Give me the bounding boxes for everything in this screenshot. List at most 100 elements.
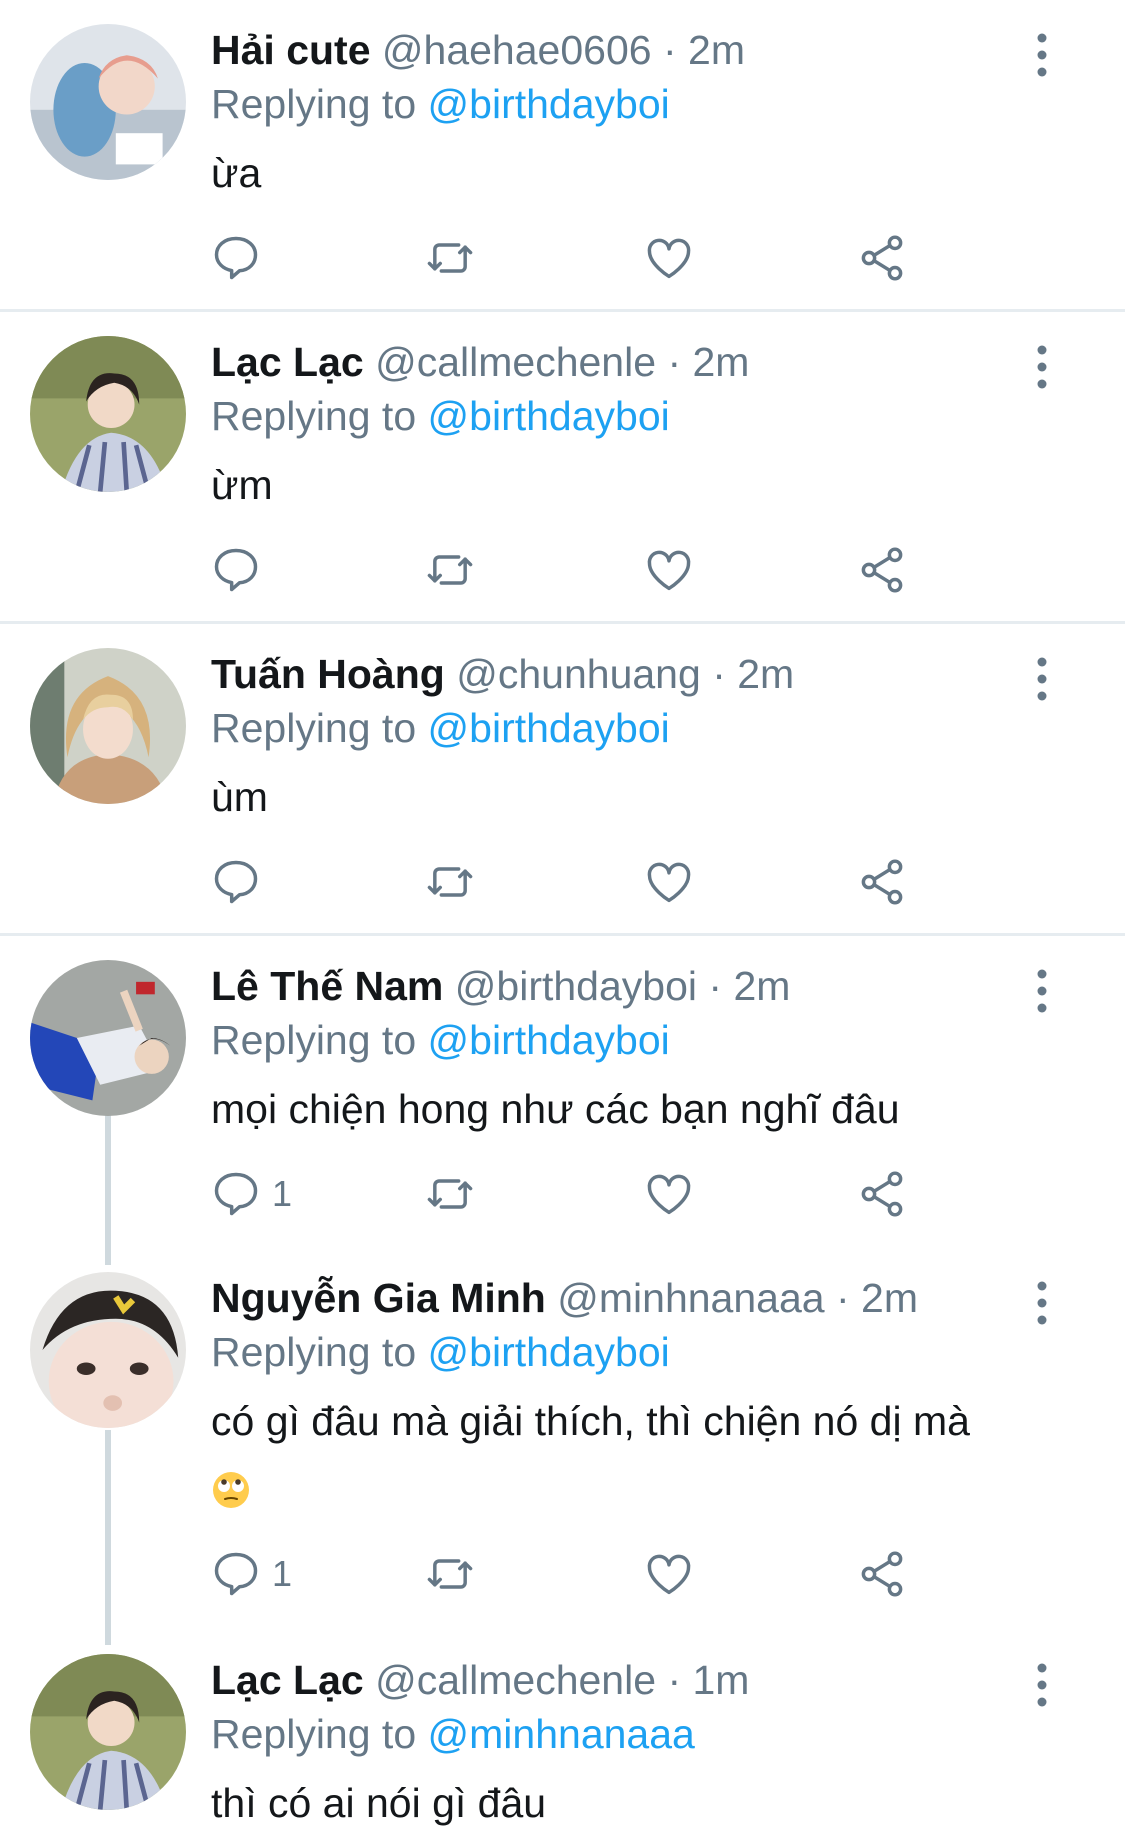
- reply-to-handle[interactable]: @birthdayboi: [428, 1329, 670, 1375]
- timestamp: · 1m: [667, 1657, 750, 1703]
- reply-to-handle[interactable]: @birthdayboi: [428, 705, 670, 751]
- reply-button[interactable]: [210, 852, 272, 912]
- display-name[interactable]: Lạc Lạc: [211, 1657, 364, 1703]
- reply-icon: [214, 236, 258, 280]
- replying-to: Replying to @birthdayboi: [211, 1012, 670, 1068]
- action-bar: 1: [0, 1164, 1125, 1224]
- tweet-text: thì có ai nói gì đâu: [211, 1780, 547, 1826]
- action-bar: [0, 540, 1125, 600]
- avatar[interactable]: [30, 960, 186, 1116]
- retweet-icon: [427, 555, 473, 585]
- reply-button[interactable]: 1: [210, 1544, 292, 1604]
- avatar[interactable]: [30, 1654, 186, 1810]
- like-button[interactable]: [643, 852, 695, 912]
- display-name[interactable]: Nguyễn Gia Minh: [211, 1275, 546, 1321]
- reply-button[interactable]: [210, 540, 272, 600]
- reply-button[interactable]: 1: [210, 1164, 292, 1224]
- more-vertical-icon[interactable]: [1022, 966, 1062, 1016]
- timestamp: · 2m: [708, 963, 791, 1009]
- tweet-header: Lạc Lạc @callmechenle · 1m: [211, 1652, 749, 1708]
- share-button[interactable]: [856, 1544, 908, 1604]
- more-vertical-icon[interactable]: [1022, 30, 1062, 80]
- tweet-header: Nguyễn Gia Minh @minhnanaaa · 2m: [211, 1270, 918, 1326]
- share-button[interactable]: [856, 228, 908, 288]
- like-button[interactable]: [643, 540, 695, 600]
- user-handle[interactable]: @callmechenle: [375, 339, 656, 385]
- tweet[interactable]: Lạc Lạc @callmechenle · 2m Replying to @…: [0, 312, 1125, 622]
- timestamp: · 2m: [835, 1275, 918, 1321]
- retweet-icon: [427, 243, 473, 273]
- share-icon: [861, 235, 903, 281]
- tweet[interactable]: Lê Thế Nam @birthdayboi · 2m Replying to…: [0, 936, 1125, 1246]
- avatar[interactable]: [30, 336, 186, 492]
- reply-icon: [214, 1172, 258, 1216]
- user-handle[interactable]: @birthdayboi: [455, 963, 697, 1009]
- tweet-header: Tuấn Hoàng @chunhuang · 2m: [211, 646, 794, 702]
- timestamp: · 2m: [662, 27, 745, 73]
- replying-label: Replying to: [211, 81, 417, 127]
- replying-label: Replying to: [211, 1017, 417, 1063]
- more-vertical-icon[interactable]: [1022, 654, 1062, 704]
- user-handle[interactable]: @chunhuang: [456, 651, 701, 697]
- retweet-button[interactable]: [424, 1164, 476, 1224]
- tweet[interactable]: Nguyễn Gia Minh @minhnanaaa · 2m Replyin…: [0, 1248, 1125, 1628]
- heart-icon: [647, 862, 691, 903]
- retweet-icon: [427, 1559, 473, 1589]
- user-handle[interactable]: @minhnanaaa: [557, 1275, 824, 1321]
- tweet[interactable]: Tuấn Hoàng @chunhuang · 2m Replying to @…: [0, 624, 1125, 934]
- like-button[interactable]: [643, 1544, 695, 1604]
- more-vertical-icon[interactable]: [1022, 1660, 1062, 1710]
- tweet[interactable]: Hải cute @haehae0606 · 2m Replying to @b…: [0, 0, 1125, 310]
- action-bar: [0, 852, 1125, 912]
- replying-label: Replying to: [211, 393, 417, 439]
- user-handle[interactable]: @haehae0606: [382, 27, 652, 73]
- heart-icon: [647, 550, 691, 591]
- retweet-button[interactable]: [424, 1544, 476, 1604]
- reply-icon: [214, 860, 258, 904]
- share-icon: [861, 1171, 903, 1217]
- timestamp: · 2m: [667, 339, 750, 385]
- avatar[interactable]: [30, 24, 186, 180]
- action-bar: [0, 228, 1125, 288]
- replying-to: Replying to @birthdayboi: [211, 1324, 670, 1380]
- replying-label: Replying to: [211, 705, 417, 751]
- more-vertical-icon[interactable]: [1022, 342, 1062, 392]
- tweet-text: ừa: [211, 150, 262, 196]
- share-icon: [861, 547, 903, 593]
- avatar[interactable]: [30, 1272, 186, 1428]
- reply-to-handle[interactable]: @birthdayboi: [428, 81, 670, 127]
- retweet-button[interactable]: [424, 228, 476, 288]
- share-button[interactable]: [856, 1164, 908, 1224]
- reply-button[interactable]: [210, 228, 272, 288]
- reply-count: 1: [272, 1173, 293, 1214]
- reply-to-handle[interactable]: @birthdayboi: [428, 1017, 670, 1063]
- tweet[interactable]: Lạc Lạc @callmechenle · 1m Replying to @…: [0, 1630, 1125, 1837]
- avatar[interactable]: [30, 648, 186, 804]
- user-handle[interactable]: @callmechenle: [375, 1657, 656, 1703]
- like-button[interactable]: [643, 1164, 695, 1224]
- more-vertical-icon[interactable]: [1022, 1278, 1062, 1328]
- retweet-icon: [427, 1179, 473, 1209]
- replying-to: Replying to @birthdayboi: [211, 388, 670, 444]
- reply-to-handle[interactable]: @birthdayboi: [428, 393, 670, 439]
- display-name[interactable]: Lê Thế Nam: [211, 963, 443, 1009]
- reply-icon: [214, 548, 258, 592]
- replying-to: Replying to @birthdayboi: [211, 76, 670, 132]
- retweet-icon: [427, 867, 473, 897]
- retweet-button[interactable]: [424, 852, 476, 912]
- display-name[interactable]: Hải cute: [211, 27, 371, 73]
- tweet-header: Hải cute @haehae0606 · 2m: [211, 22, 745, 78]
- timestamp: · 2m: [712, 651, 795, 697]
- heart-icon: [647, 238, 691, 279]
- reply-to-handle[interactable]: @minhnanaaa: [428, 1711, 695, 1757]
- share-button[interactable]: [856, 540, 908, 600]
- tweet-text: có gì đâu mà giải thích, thì chiện nó dị…: [211, 1388, 1061, 1520]
- like-button[interactable]: [643, 228, 695, 288]
- tweet-text-content: có gì đâu mà giải thích, thì chiện nó dị…: [211, 1398, 970, 1444]
- display-name[interactable]: Lạc Lạc: [211, 339, 364, 385]
- retweet-button[interactable]: [424, 540, 476, 600]
- tweet-header: Lạc Lạc @callmechenle · 2m: [211, 334, 749, 390]
- tweet-text: ùm: [211, 774, 268, 820]
- display-name[interactable]: Tuấn Hoàng: [211, 651, 445, 697]
- share-button[interactable]: [856, 852, 908, 912]
